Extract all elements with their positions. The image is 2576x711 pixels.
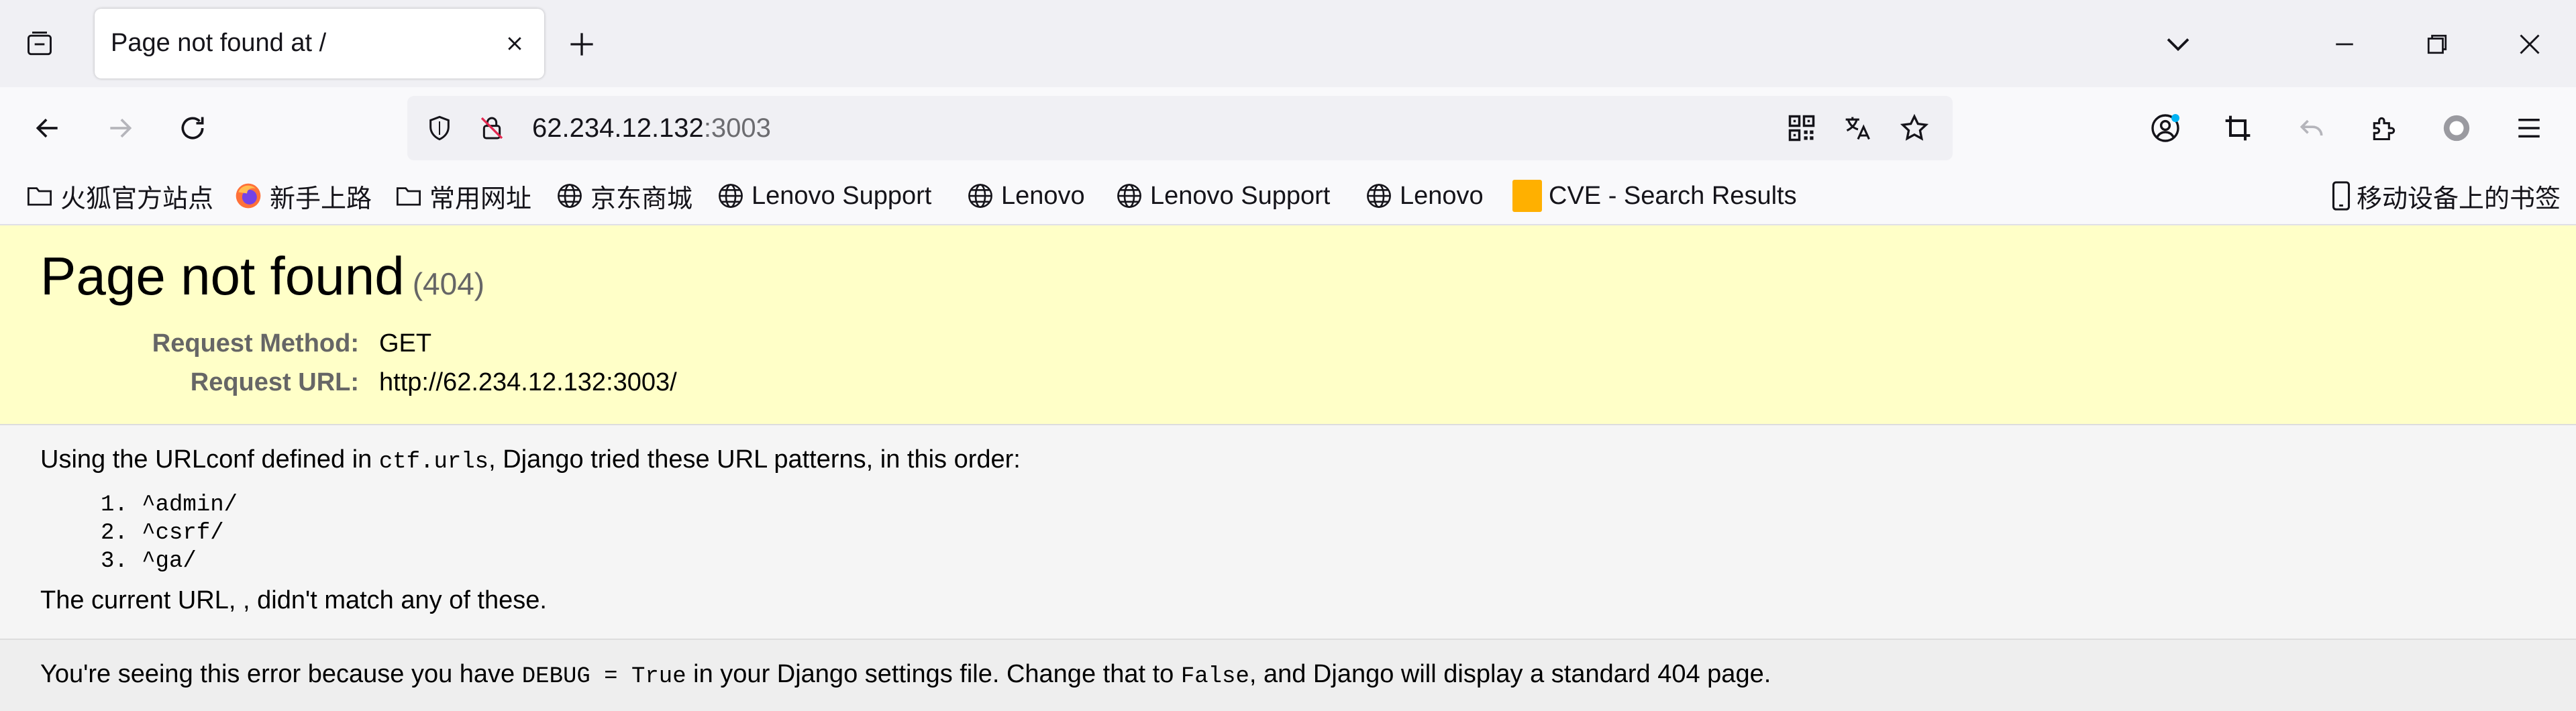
urlconf-module: ctf.urls [378,449,489,475]
page-title: Page not found (404) [40,245,484,307]
mobile-bookmarks-folder[interactable]: 移动设备上的书签 [2328,177,2561,215]
tracking-protection-shield-icon[interactable] [422,111,457,146]
error-summary: Page not found (404) Request Method: GET … [0,225,2576,425]
request-method-label: Request Method: [152,329,359,358]
globe-icon [1367,184,1391,208]
status-code: (404) [412,266,485,301]
account-icon[interactable] [2145,107,2186,149]
url-pattern-item: 3. ^ga/ [101,549,197,574]
page-content: Page not found (404) Request Method: GET … [0,225,2576,711]
restore-icon[interactable] [2417,24,2457,64]
bookmark-label: Lenovo [1400,181,1484,210]
hamburger-menu-icon[interactable] [2508,107,2550,149]
request-url-label: Request URL: [190,368,359,396]
bookmark-item[interactable]: Lenovo Support [717,177,931,215]
forward-arrow-icon[interactable] [99,107,141,149]
urlconf-suffix: , Django tried these URL patterns, in th… [488,445,1021,474]
back-arrow-icon[interactable] [27,107,68,149]
bookmark-item[interactable]: Lenovo [966,177,1085,215]
urlconf-prefix: Using the URLconf defined in [40,445,379,474]
bookmark-item[interactable]: CVE - Search Results [1512,177,1797,215]
close-window-icon[interactable] [2510,24,2550,64]
request-method-value: GET [379,329,432,358]
bookmarks-toolbar: 火狐官方站点 新手上路 常用网址 京东商城 Lenovo Support Len… [0,168,2576,225]
address-bar[interactable]: 62.234.12.132:3003 [407,96,1953,160]
explanation-suffix: , and Django will display a standard 404… [1249,660,1771,688]
url-text[interactable]: 62.234.12.132:3003 [532,113,771,144]
minimize-icon[interactable] [2324,24,2365,64]
urlconf-sentence: Using the URLconf defined in ctf.urls, D… [40,445,1021,475]
qr-code-icon[interactable] [1784,111,1819,146]
reload-icon[interactable] [172,107,213,149]
bookmark-label: Lenovo Support [752,181,932,210]
bookmark-label: 新手上路 [270,184,372,213]
tab-title: Page not found at / [111,29,327,57]
cve-favicon [1512,180,1542,212]
bookmark-label: CVE - Search Results [1549,181,1797,210]
globe-icon [558,184,582,208]
extensions-puzzle-icon[interactable] [2363,107,2405,149]
bookmark-item[interactable]: Lenovo Support [1115,177,1330,215]
bookmark-item[interactable]: Lenovo [1365,177,1484,215]
explanation-prefix: You're seeing this error because you hav… [40,660,522,688]
explanation-text: You're seeing this error because you hav… [40,660,1771,690]
tab-close-icon[interactable] [500,29,529,58]
url-pattern-item: 2. ^csrf/ [101,521,224,546]
urlconf-info: Using the URLconf defined in ctf.urls, D… [0,425,2576,639]
no-match-message: The current URL, , didn't match any of t… [40,586,547,614]
bookmark-label: Lenovo Support [1150,181,1331,210]
navigation-toolbar: 62.234.12.132:3003 [0,87,2576,168]
url-port: :3003 [703,113,771,143]
bookmark-label: 移动设备上的书签 [2357,184,2561,213]
bookmark-star-icon[interactable] [1897,111,1932,146]
bookmark-item[interactable]: 火狐官方站点 [25,177,213,215]
debug-explanation: You're seeing this error because you hav… [0,639,2576,711]
globe-icon [1117,184,1141,208]
undo-arrow-icon[interactable] [2291,107,2332,149]
extension-circle-icon[interactable] [2436,107,2477,149]
screenshot-crop-icon[interactable] [2217,107,2259,149]
debug-setting-code: DEBUG = True [521,664,686,690]
url-host: 62.234.12.132 [532,113,704,143]
bookmark-label: 京东商城 [590,184,693,213]
bookmark-label: Lenovo [1001,181,1085,210]
page-title-text: Page not found [40,246,405,306]
list-all-tabs-chevron-down-icon[interactable] [2158,24,2198,64]
folder-icon [27,187,52,206]
bookmark-item[interactable]: 新手上路 [234,177,372,215]
mobile-device-icon [2332,181,2351,211]
bookmark-label: 常用网址 [429,184,532,213]
active-tab[interactable]: Page not found at / [95,9,544,78]
request-url-value: http://62.234.12.132:3003/ [379,368,677,396]
explanation-mid: in your Django settings file. Change tha… [686,660,1181,688]
firefox-view-icon[interactable] [22,27,57,62]
url-pattern-item: 1. ^admin/ [101,492,238,518]
bookmark-label: 火狐官方站点 [60,184,214,213]
bookmark-item[interactable]: 常用网址 [395,177,531,215]
insecure-lock-icon[interactable] [474,111,509,146]
false-code: False [1180,664,1249,690]
new-tab-plus-icon[interactable] [565,28,599,61]
translate-icon[interactable] [1841,111,1875,146]
firefox-icon [236,183,261,209]
bookmark-item[interactable]: 京东商城 [556,177,692,215]
folder-icon [396,187,421,206]
globe-icon [968,184,992,208]
globe-icon [719,184,743,208]
tab-strip: Page not found at / [0,0,2576,87]
